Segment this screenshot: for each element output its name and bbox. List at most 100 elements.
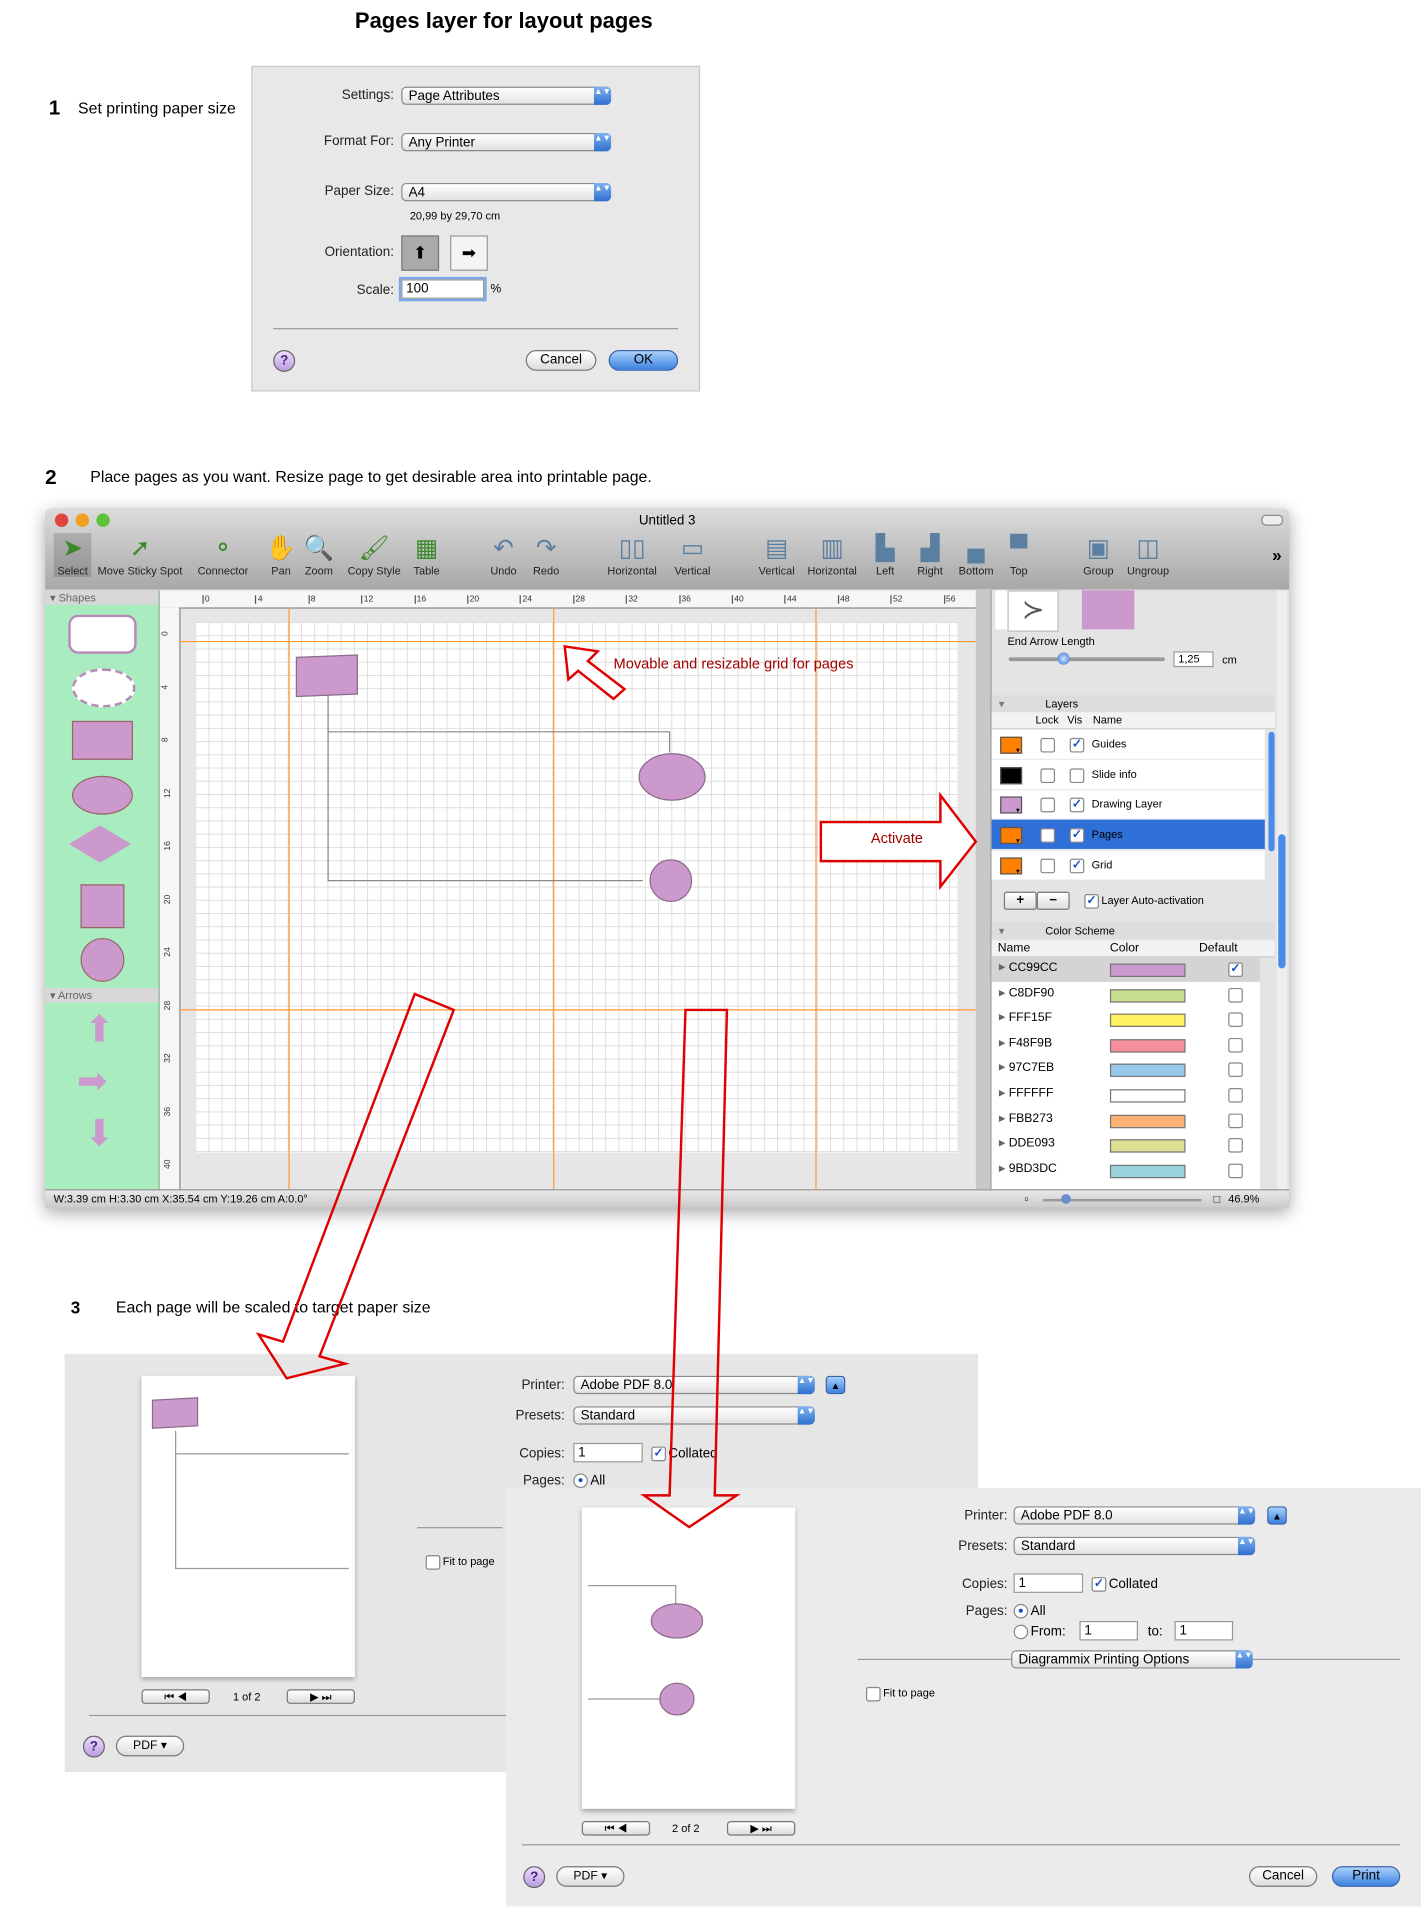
- toolbar-button-left[interactable]: ▙ Left: [876, 533, 895, 576]
- toolbar-button-ungroup[interactable]: ◫ Ungroup: [1127, 533, 1169, 576]
- to-input[interactable]: [1174, 1620, 1234, 1641]
- shapes-header[interactable]: ▾ Shapes: [45, 590, 159, 605]
- default-checkbox[interactable]: [1228, 1163, 1243, 1178]
- add-layer-button[interactable]: +: [1003, 891, 1037, 910]
- printer-popup[interactable]: Adobe PDF 8.0 ▲▼: [1013, 1506, 1256, 1525]
- portrait-orientation-button[interactable]: ⬆︎: [401, 235, 440, 271]
- layer-visibility-checkbox[interactable]: [1069, 768, 1085, 783]
- layer-row[interactable]: ▾ Slide info: [991, 759, 1265, 790]
- cancel-button[interactable]: Cancel: [1248, 1866, 1318, 1887]
- cloud-shape[interactable]: [71, 668, 136, 708]
- fit-to-page-checkbox[interactable]: [425, 1555, 441, 1570]
- arrow-down-shape[interactable]: ⬇: [84, 1112, 115, 1155]
- next-last-page-buttons[interactable]: ▶ ⏭: [726, 1821, 796, 1836]
- toolbar-button-group[interactable]: ▣ Group: [1083, 533, 1114, 576]
- toolbar-button-select[interactable]: ➤ Select: [53, 533, 92, 577]
- help-button[interactable]: ?: [82, 1735, 105, 1758]
- layer-color-well[interactable]: ▾: [1000, 796, 1023, 815]
- layer-row[interactable]: ▾ ✓ Drawing Layer: [991, 790, 1265, 821]
- disclosure-triangle-icon[interactable]: ▶: [999, 1038, 1006, 1048]
- toolbar-button-horizontal[interactable]: ▥ Horizontal: [807, 533, 856, 576]
- disclosure-button[interactable]: ▲: [825, 1375, 846, 1395]
- layer-row[interactable]: ▾ ✓ Guides: [991, 729, 1265, 760]
- layer-color-well[interactable]: ▾: [1000, 736, 1023, 755]
- remove-layer-button[interactable]: −: [1036, 891, 1070, 910]
- pages-all-radio[interactable]: ●: [1013, 1603, 1029, 1619]
- disclosure-triangle-icon[interactable]: ▶: [999, 1063, 1006, 1073]
- pages-from-radio[interactable]: [1013, 1624, 1029, 1640]
- paper-size-popup[interactable]: A4 ▲▼: [401, 182, 612, 202]
- default-checkbox[interactable]: [1228, 987, 1243, 1003]
- color-scheme-row[interactable]: ▶ FFF15F: [992, 1008, 1260, 1032]
- toolbar-button-copy-style[interactable]: 🖌 Copy Style: [348, 533, 401, 576]
- color-scheme-row[interactable]: ▶ CC99CC ✓: [991, 957, 1260, 982]
- toolbar-toggle-button[interactable]: [1261, 514, 1284, 526]
- pages-all-radio[interactable]: ●: [573, 1473, 588, 1489]
- toolbar-button-table[interactable]: ▦ Table: [413, 533, 439, 576]
- toolbar-button-undo[interactable]: ↶ Undo: [490, 533, 516, 576]
- color-swatch[interactable]: [1109, 1114, 1186, 1128]
- layer-visibility-checkbox[interactable]: ✓: [1069, 858, 1085, 874]
- zoom-in-icon[interactable]: □: [1214, 1190, 1221, 1207]
- color-scheme-row[interactable]: ▶ FBB273: [992, 1108, 1260, 1132]
- pdf-menu-button[interactable]: PDF ▾: [115, 1735, 185, 1757]
- color-scheme-row[interactable]: ▶ FFFFFF: [992, 1083, 1260, 1107]
- disclosure-triangle-icon[interactable]: ▶: [999, 1138, 1006, 1148]
- pdf-menu-button[interactable]: PDF ▾: [556, 1866, 625, 1887]
- disclosure-button[interactable]: ▲: [1267, 1506, 1287, 1525]
- arrow-right-shape[interactable]: ➡: [77, 1060, 108, 1103]
- default-checkbox[interactable]: [1228, 1062, 1243, 1078]
- inspector-scrollbar[interactable]: [1277, 590, 1287, 1190]
- arrow-up-shape[interactable]: ⬆: [84, 1009, 115, 1052]
- cancel-button[interactable]: Cancel: [525, 350, 597, 371]
- circle-shape[interactable]: [80, 937, 125, 982]
- next-last-page-buttons[interactable]: ▶ ⏭: [286, 1689, 355, 1704]
- default-checkbox[interactable]: [1228, 1087, 1243, 1103]
- layer-lock-checkbox[interactable]: [1040, 858, 1056, 874]
- toolbar-button-zoom[interactable]: 🔍 Zoom: [304, 533, 334, 576]
- default-checkbox[interactable]: [1228, 1037, 1243, 1053]
- first-prev-page-buttons[interactable]: ⏮ ◀: [581, 1821, 651, 1836]
- canvas[interactable]: 0 4 8 12 16 20 24 28 32 36 40 44 48 52 56 0 4 8 12 16 20 24 2…: [159, 590, 976, 1190]
- color-swatch[interactable]: [1109, 1089, 1186, 1103]
- auto-activation-checkbox[interactable]: ✓: [1084, 894, 1099, 909]
- toolbar-button-vertical[interactable]: ▤ Vertical: [759, 533, 795, 576]
- ellipse-shape[interactable]: [71, 775, 133, 815]
- default-checkbox[interactable]: [1228, 1113, 1243, 1128]
- from-input[interactable]: [1079, 1620, 1138, 1641]
- end-arrow-style-button[interactable]: ≻: [1007, 590, 1059, 632]
- toolbar-button-horizontal[interactable]: ▯▯ Horizontal: [607, 533, 656, 576]
- layer-color-well[interactable]: ▾: [1000, 857, 1023, 875]
- layers-scrollbar[interactable]: [1268, 731, 1275, 852]
- toolbar-button-move-sticky-spot[interactable]: ➚ Move Sticky Spot: [98, 533, 183, 576]
- layer-lock-checkbox[interactable]: [1040, 737, 1056, 753]
- copies-input[interactable]: [1013, 1573, 1084, 1593]
- toolbar-button-right[interactable]: ▟ Right: [917, 533, 943, 576]
- color-scheme-row[interactable]: ▶ 9BD3DC: [992, 1158, 1260, 1182]
- ok-button[interactable]: OK: [608, 350, 679, 371]
- disclosure-triangle-icon[interactable]: ▶: [999, 1163, 1006, 1174]
- disclosure-triangle-icon[interactable]: ▶: [999, 1013, 1006, 1023]
- help-button[interactable]: ?: [273, 350, 296, 373]
- toolbar-button-vertical[interactable]: ▭ Vertical: [674, 533, 710, 576]
- default-checkbox[interactable]: [1228, 1138, 1243, 1153]
- disclosure-triangle-icon[interactable]: ▶: [999, 1113, 1006, 1123]
- toolbar-button-top[interactable]: ▀ Top: [1010, 533, 1028, 576]
- color-scheme-row[interactable]: ▶ 97C7EB: [992, 1058, 1260, 1082]
- layer-lock-checkbox[interactable]: [1040, 768, 1056, 783]
- collated-checkbox[interactable]: ✓: [1091, 1577, 1107, 1592]
- fit-to-page-checkbox[interactable]: [865, 1686, 881, 1702]
- layer-color-well[interactable]: ▾: [1000, 766, 1023, 785]
- color-swatch[interactable]: [1109, 1164, 1186, 1178]
- end-arrow-length-input[interactable]: [1173, 651, 1214, 668]
- color-swatch[interactable]: [1109, 988, 1186, 1003]
- collated-checkbox[interactable]: ✓: [651, 1446, 666, 1462]
- toolbar-overflow-button[interactable]: »: [1272, 545, 1282, 565]
- color-scheme-row[interactable]: ▶ DDE093: [992, 1133, 1260, 1157]
- default-checkbox[interactable]: [1228, 1012, 1243, 1028]
- color-swatch[interactable]: [1109, 1038, 1186, 1053]
- layers-header[interactable]: ▾ Layers: [991, 695, 1275, 713]
- diamond-shape[interactable]: [68, 825, 132, 863]
- end-arrow-length-slider[interactable]: [1008, 657, 1165, 662]
- printer-popup[interactable]: Adobe PDF 8.0 ▲▼: [573, 1375, 815, 1395]
